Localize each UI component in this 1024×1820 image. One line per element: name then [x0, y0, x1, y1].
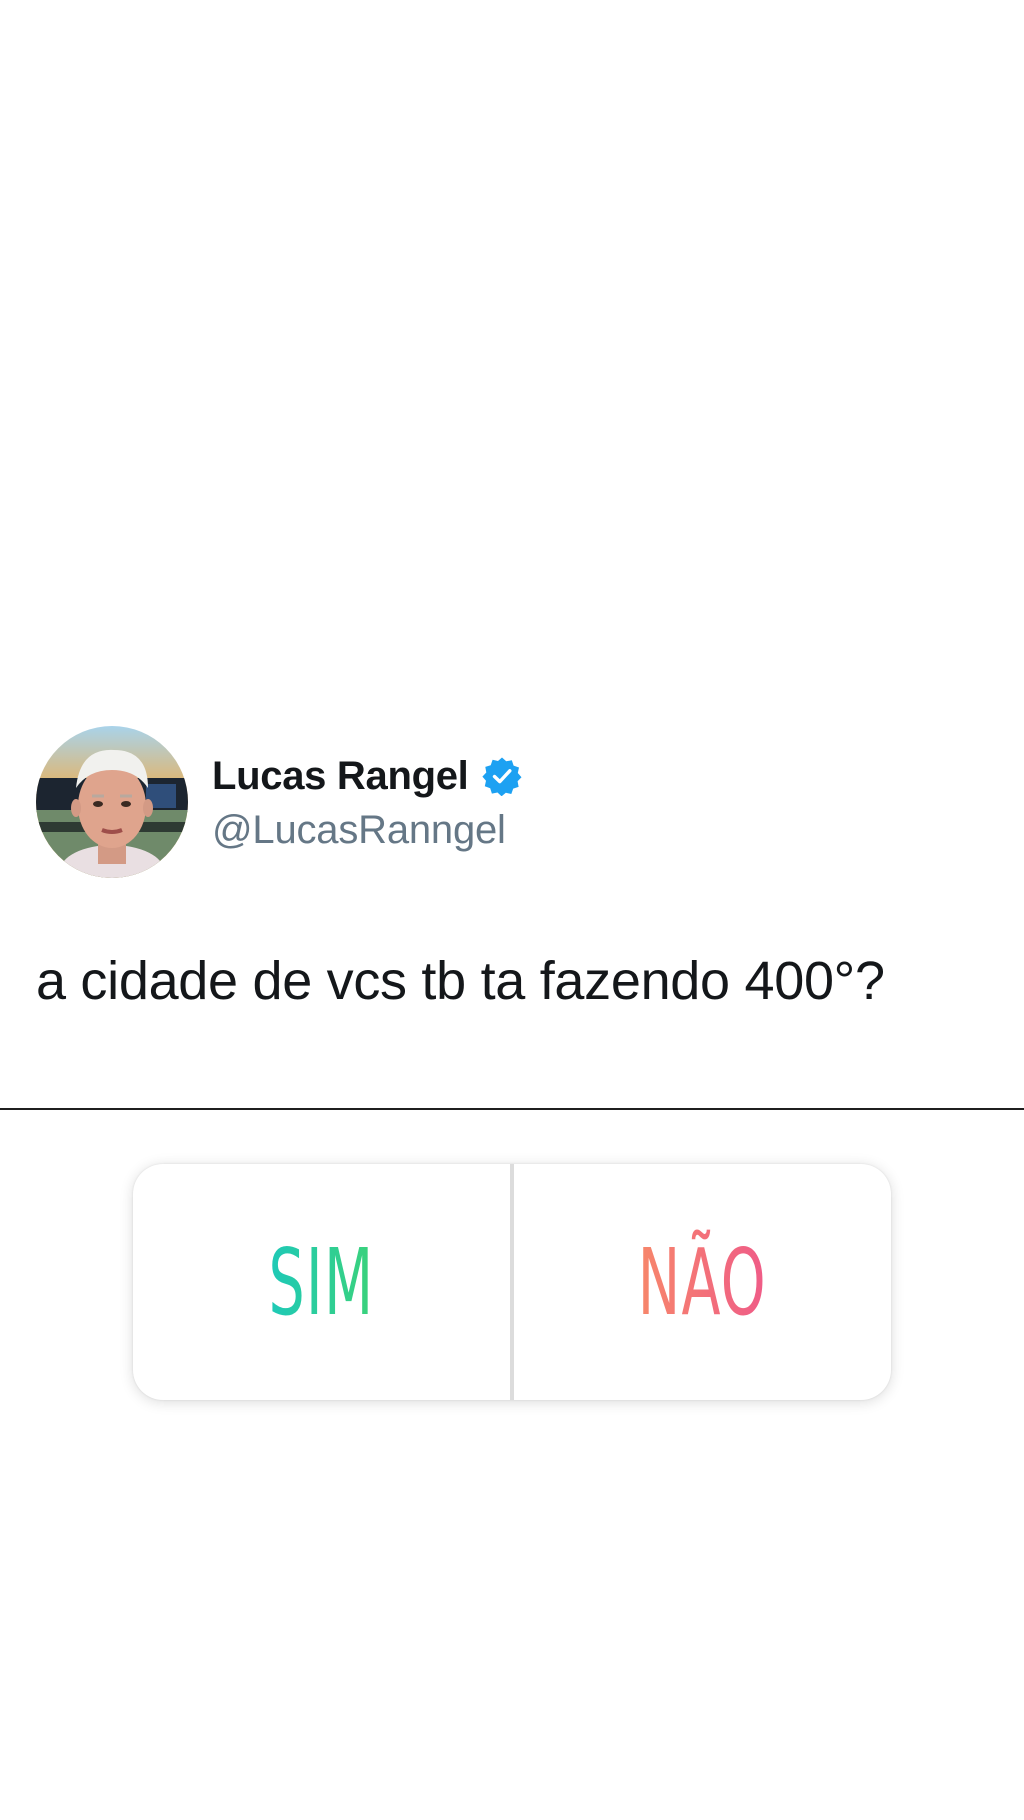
poll-option-yes[interactable]: SIM	[133, 1164, 510, 1400]
display-name[interactable]: Lucas Rangel	[212, 754, 469, 799]
poll-option-no[interactable]: NÃO	[514, 1164, 891, 1400]
verified-badge-icon	[482, 756, 522, 797]
tweet-author: Lucas Rangel @LucasRanngel	[212, 752, 522, 853]
avatar-photo	[36, 726, 188, 878]
poll-sticker: SIM NÃO	[133, 1164, 891, 1400]
tweet-text: a cidade de vcs tb ta fazendo 400°?	[36, 951, 885, 1011]
divider	[0, 1108, 1024, 1110]
poll-no-label: NÃO	[637, 1228, 768, 1336]
user-handle[interactable]: @LucasRanngel	[212, 808, 522, 853]
avatar[interactable]	[36, 726, 188, 878]
poll-yes-label: SIM	[268, 1228, 375, 1336]
name-row: Lucas Rangel	[212, 752, 522, 800]
